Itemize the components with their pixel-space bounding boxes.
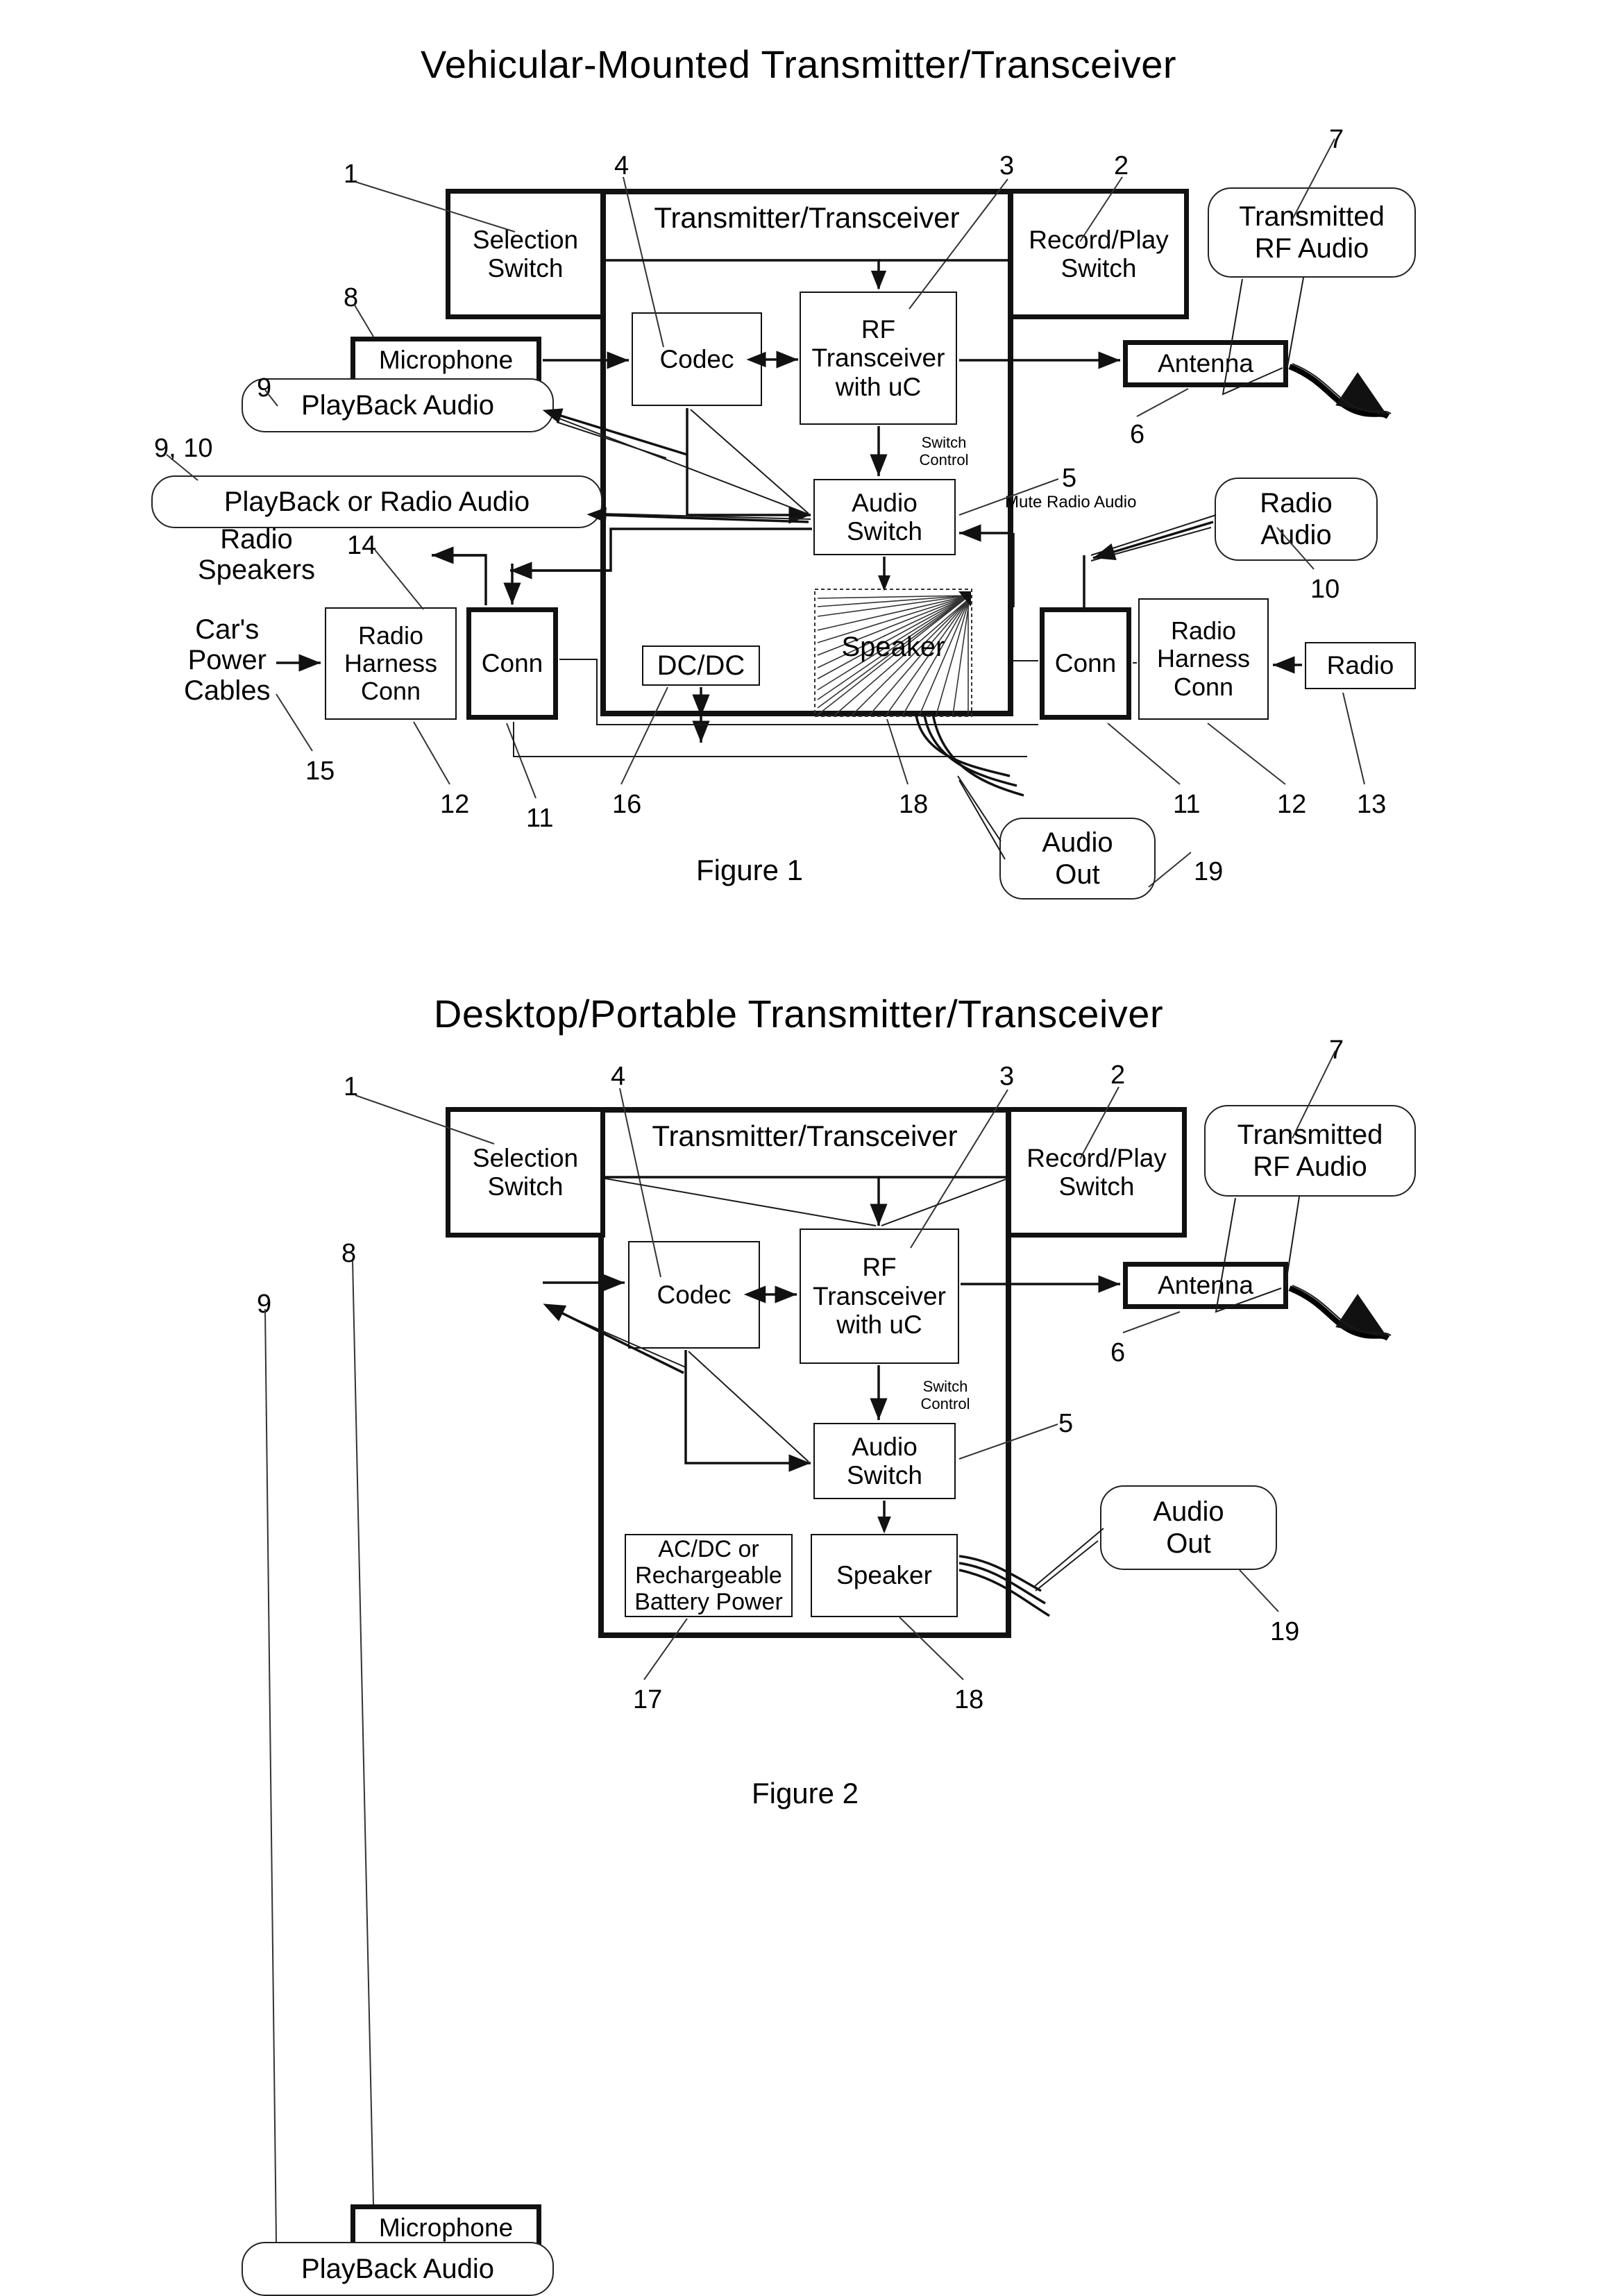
fig1-ref-11-left: 11	[526, 804, 554, 833]
fig2-audio-switch[interactable]: Audio Switch	[813, 1423, 956, 1499]
fig1-ref-5: 5	[1062, 464, 1077, 493]
fig1-dcdc[interactable]: DC/DC	[642, 645, 760, 686]
fig2-ref-7: 7	[1329, 1036, 1344, 1065]
fig1-radio-harness-conn-right[interactable]: Radio Harness Conn	[1138, 598, 1269, 720]
fig1-rf-transceiver[interactable]: RF Transceiver with uC	[800, 292, 957, 425]
fig1-ref-2: 2	[1114, 151, 1129, 180]
fig1-conn-left[interactable]: Conn	[466, 607, 558, 720]
fig2-selection-switch[interactable]: Selection Switch	[446, 1107, 605, 1238]
figure-2: Desktop/Portable Transmitter/Transceiver…	[0, 923, 1597, 2296]
fig1-ref-3: 3	[999, 151, 1015, 180]
fig1-ref-18: 18	[899, 790, 929, 819]
fig1-callout-radio-audio: Radio Audio	[1215, 478, 1378, 561]
fig1-audio-switch[interactable]: Audio Switch	[813, 479, 956, 555]
fig1-callout-audio-out: Audio Out	[999, 818, 1156, 900]
fig2-ref-3: 3	[999, 1062, 1015, 1091]
fig1-ref-9-10: 9, 10	[154, 434, 213, 463]
fig2-codec[interactable]: Codec	[628, 1241, 760, 1349]
fig1-mute-radio-audio-label: Mute Radio Audio	[1005, 493, 1137, 512]
fig1-radio-harness-conn-left[interactable]: Radio Harness Conn	[325, 607, 457, 720]
fig1-ref-10: 10	[1310, 575, 1340, 604]
fig2-ref-1: 1	[344, 1072, 359, 1101]
fig2-rf-transceiver[interactable]: RF Transceiver with uC	[800, 1229, 959, 1364]
fig1-ref-14: 14	[347, 531, 377, 560]
fig2-ref-8: 8	[341, 1239, 357, 1268]
fig1-switch-control-label: Switch Control	[919, 434, 969, 469]
fig1-microphone[interactable]: Microphone	[350, 337, 541, 384]
fig2-ref-19: 19	[1270, 1617, 1300, 1646]
fig2-callout-transmitted-rf-audio: Transmitted RF Audio	[1204, 1105, 1416, 1197]
figure-1-caption: Figure 1	[695, 854, 804, 886]
fig1-record-play-switch[interactable]: Record/Play Switch	[1008, 189, 1189, 319]
fig1-radio-speakers-label: Radio Speakers	[198, 524, 315, 585]
fig1-enclosure-label: Transmitter/Transceiver	[654, 201, 960, 234]
fig1-speaker[interactable]: Speaker	[814, 589, 972, 717]
fig1-ref-11-right: 11	[1173, 790, 1201, 819]
figure-1: Vehicular-Mounted Transmitter/Transceive…	[0, 0, 1597, 923]
fig1-speaker-label: Speaker	[841, 632, 945, 662]
fig1-ref-1: 1	[344, 160, 359, 189]
fig1-callout-playback-or-radio-audio: PlayBack or Radio Audio	[151, 475, 602, 528]
fig2-ref-9: 9	[257, 1290, 272, 1319]
fig2-power-supply[interactable]: AC/DC or Rechargeable Battery Power	[625, 1534, 793, 1617]
fig2-ref-2: 2	[1110, 1061, 1126, 1090]
figure-2-title: Desktop/Portable Transmitter/Transceiver	[433, 992, 1164, 1036]
fig2-callout-audio-out: Audio Out	[1100, 1485, 1277, 1570]
fig1-ref-9: 9	[257, 373, 272, 403]
fig1-callout-transmitted-rf-audio: Transmitted RF Audio	[1208, 187, 1416, 278]
fig1-codec[interactable]: Codec	[632, 312, 762, 406]
fig1-ref-12-left: 12	[440, 790, 470, 819]
fig2-switch-control-label: Switch Control	[920, 1378, 970, 1413]
fig2-antenna[interactable]: Antenna	[1123, 1262, 1288, 1309]
fig1-ref-19: 19	[1194, 857, 1224, 886]
fig1-callout-playback-audio: PlayBack Audio	[242, 378, 554, 432]
fig1-ref-13: 13	[1357, 790, 1387, 819]
figure-2-caption: Figure 2	[751, 1777, 859, 1809]
fig2-ref-5: 5	[1058, 1409, 1074, 1438]
fig2-record-play-switch[interactable]: Record/Play Switch	[1006, 1107, 1187, 1238]
fig1-ref-6: 6	[1130, 420, 1145, 449]
fig2-callout-playback-audio: PlayBack Audio	[242, 2242, 554, 2296]
fig1-antenna[interactable]: Antenna	[1123, 340, 1288, 387]
fig1-cars-power-cables-label: Car's Power Cables	[184, 614, 271, 706]
fig2-speaker[interactable]: Speaker	[811, 1534, 958, 1617]
fig1-ref-16: 16	[612, 790, 642, 819]
figure-1-title: Vehicular-Mounted Transmitter/Transceive…	[420, 42, 1177, 86]
fig1-radio[interactable]: Radio	[1305, 642, 1416, 689]
fig2-ref-6: 6	[1110, 1338, 1126, 1367]
fig1-conn-right[interactable]: Conn	[1040, 607, 1131, 720]
fig1-ref-15: 15	[305, 757, 335, 786]
fig1-ref-12-right: 12	[1277, 790, 1307, 819]
fig1-ref-4: 4	[614, 151, 629, 180]
fig2-ref-4: 4	[611, 1062, 626, 1091]
fig1-ref-8: 8	[344, 283, 359, 312]
fig2-ref-17: 17	[633, 1685, 663, 1714]
fig1-selection-switch[interactable]: Selection Switch	[446, 189, 605, 319]
fig2-enclosure-label: Transmitter/Transceiver	[652, 1120, 958, 1152]
fig1-ref-7: 7	[1329, 125, 1344, 154]
fig2-ref-18: 18	[954, 1685, 984, 1714]
